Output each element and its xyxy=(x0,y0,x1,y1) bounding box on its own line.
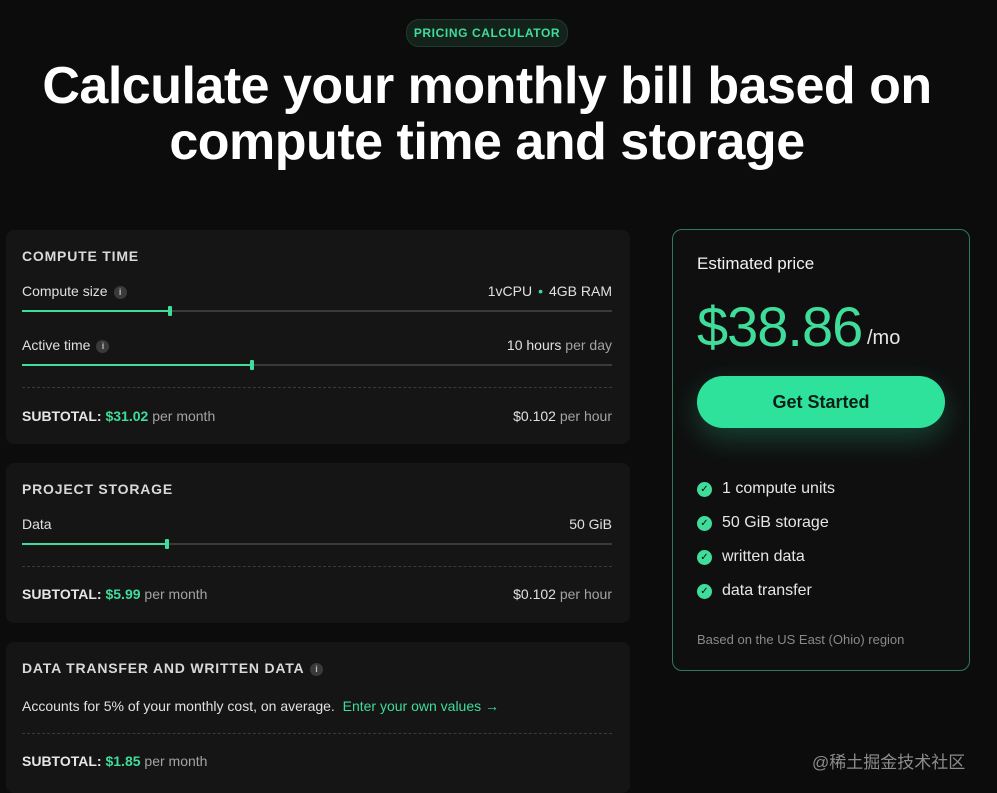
subtotal-period: per month xyxy=(144,586,208,602)
page-title-line-1: Calculate your monthly bill based on xyxy=(42,57,932,115)
subtotal-label: SUBTOTAL: xyxy=(22,753,102,769)
project-storage-card: PROJECT STORAGE Data 50 GiB SUBTOTAL: $5… xyxy=(6,463,630,623)
description-text: Accounts for 5% of your monthly cost, on… xyxy=(22,698,335,714)
slider-handle[interactable] xyxy=(250,360,255,370)
feature-text: data transfer xyxy=(722,582,812,599)
compute-hourly-rate: $0.102 per hour xyxy=(513,408,612,424)
page-title-line-2: compute time and storage xyxy=(169,113,805,171)
estimated-price-title: Estimated price xyxy=(697,254,815,273)
subtotal-label: SUBTOTAL: xyxy=(22,408,102,424)
hourly-amount: $0.102 xyxy=(513,408,556,424)
subtotal-amount: $31.02 xyxy=(105,408,149,424)
feature-text: 1 compute units xyxy=(722,480,835,497)
feature-text: written data xyxy=(722,548,805,565)
compute-time-title: COMPUTE TIME xyxy=(22,248,139,264)
check-circle-icon: ✓ xyxy=(697,550,712,565)
pricing-calculator-badge: PRICING CALCULATOR xyxy=(406,19,568,47)
data-transfer-card: DATA TRANSFER AND WRITTEN DATA i Accounts… xyxy=(6,642,630,793)
info-icon[interactable]: i xyxy=(310,663,324,676)
separator-dot-icon: • xyxy=(538,283,543,299)
slider-fill xyxy=(22,543,167,545)
region-note: Based on the US East (Ohio) region xyxy=(697,632,905,647)
data-value: 50 GiB xyxy=(569,516,612,532)
active-time-slider[interactable] xyxy=(22,358,612,372)
compute-subtotal: SUBTOTAL: $31.02 per month xyxy=(22,408,215,424)
estimated-price-unit: /mo xyxy=(867,327,901,349)
storage-subtotal: SUBTOTAL: $5.99 per month xyxy=(22,586,207,602)
active-time-hours: 10 hours xyxy=(506,337,562,353)
estimated-price-amount: $38.86 xyxy=(697,295,863,358)
divider xyxy=(22,733,612,734)
compute-time-card: COMPUTE TIME Compute size i 1vCPU • 4GB RAM… xyxy=(6,230,630,444)
page-title: Calculate your monthly bill based on com… xyxy=(0,58,974,170)
slider-handle[interactable] xyxy=(164,539,169,549)
project-storage-title: PROJECT STORAGE xyxy=(22,481,173,497)
slider-handle[interactable] xyxy=(167,306,172,316)
subtotal-period: per month xyxy=(152,408,216,424)
feature-item: ✓ 1 compute units xyxy=(697,480,835,514)
estimated-price-card: Estimated price $38.86 /mo Get Started ✓… xyxy=(672,229,970,671)
divider xyxy=(22,566,612,567)
get-started-button[interactable]: Get Started xyxy=(697,376,945,428)
data-label: Data xyxy=(22,516,52,532)
check-circle-icon: ✓ xyxy=(697,516,712,531)
info-icon[interactable]: i xyxy=(96,340,110,353)
subtotal-label: SUBTOTAL: xyxy=(22,586,102,602)
data-transfer-title-text: DATA TRANSFER AND WRITTEN DATA xyxy=(22,660,305,676)
active-time-value: 10 hours per day xyxy=(507,337,612,353)
storage-hourly-rate: $0.102 per hour xyxy=(513,586,612,602)
data-storage-slider[interactable] xyxy=(22,537,612,551)
active-time-label-text: Active time xyxy=(22,337,91,353)
data-transfer-description: Accounts for 5% of your monthly cost, on… xyxy=(22,698,499,714)
included-features-list: ✓ 1 compute units ✓ 50 GiB storage ✓ writte… xyxy=(697,480,835,616)
enter-own-values-link[interactable]: Enter your own values → xyxy=(343,698,499,714)
active-time-unit: per day xyxy=(565,337,612,353)
feature-item: ✓ written data xyxy=(697,548,835,582)
subtotal-period: per month xyxy=(144,753,208,769)
feature-item: ✓ data transfer xyxy=(697,582,835,616)
feature-item: ✓ 50 GiB storage xyxy=(697,514,835,548)
compute-size-slider[interactable] xyxy=(22,304,612,318)
check-circle-icon: ✓ xyxy=(697,482,712,497)
hourly-unit: per hour xyxy=(559,408,612,424)
slider-fill xyxy=(22,310,170,312)
subtotal-amount: $5.99 xyxy=(105,586,141,602)
slider-fill xyxy=(22,364,253,366)
compute-size-label-text: Compute size xyxy=(22,283,108,299)
feature-text: 50 GiB storage xyxy=(722,514,829,531)
compute-size-ram: 4GB RAM xyxy=(548,283,612,299)
compute-size-label: Compute size i xyxy=(22,283,127,299)
active-time-label: Active time i xyxy=(22,337,110,353)
compute-size-cpu: 1vCPU xyxy=(487,283,533,299)
check-circle-icon: ✓ xyxy=(697,584,712,599)
watermark: @稀土掘金技术社区 xyxy=(812,753,966,772)
compute-size-value: 1vCPU • 4GB RAM xyxy=(488,283,612,299)
subtotal-amount: $1.85 xyxy=(105,753,141,769)
hourly-unit: per hour xyxy=(559,586,612,602)
data-transfer-title: DATA TRANSFER AND WRITTEN DATA i xyxy=(22,660,324,676)
divider xyxy=(22,387,612,388)
info-icon[interactable]: i xyxy=(113,286,127,299)
transfer-subtotal: SUBTOTAL: $1.85 per month xyxy=(22,753,207,769)
hourly-amount: $0.102 xyxy=(513,586,556,602)
